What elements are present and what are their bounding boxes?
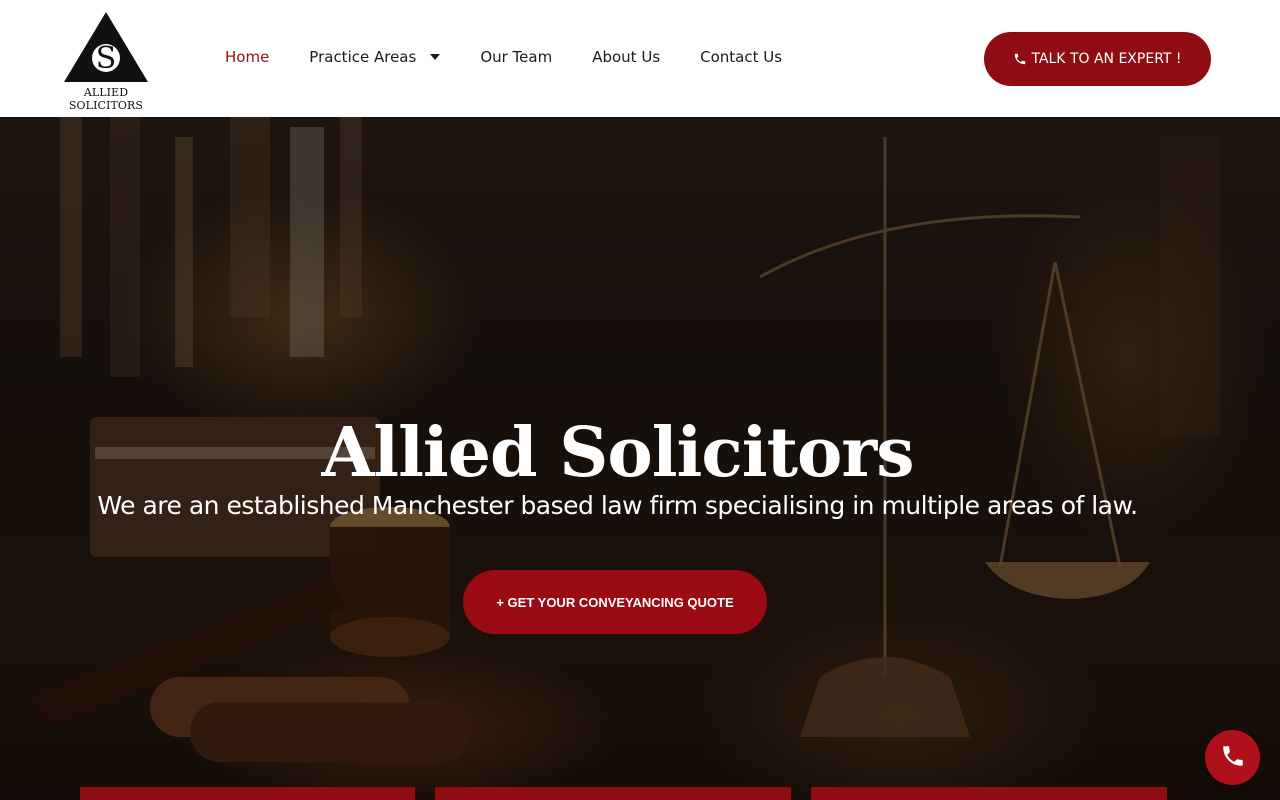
nav-label: Contact Us xyxy=(700,48,783,66)
nav-item-about-us[interactable]: About Us xyxy=(592,48,660,66)
phone-icon xyxy=(1013,52,1027,66)
talk-to-expert-button[interactable]: TALK TO AN EXPERT ! xyxy=(984,32,1211,86)
phone-icon xyxy=(1220,743,1246,773)
hero-subtitle: We are an established Manchester based l… xyxy=(97,491,1138,520)
service-card[interactable] xyxy=(80,787,415,800)
service-card[interactable] xyxy=(435,787,791,800)
service-card[interactable] xyxy=(811,787,1167,800)
logo-letter: S xyxy=(96,41,117,76)
nav-label: About Us xyxy=(592,48,661,66)
hero-title: Allied Solicitors xyxy=(321,413,915,493)
logo-triangle-icon: S xyxy=(64,12,148,82)
site-header: S ALLIED SOLICITORS Home Practice Areas … xyxy=(0,0,1280,117)
nav-label: Home xyxy=(225,48,270,66)
site-logo[interactable]: S ALLIED SOLICITORS xyxy=(48,10,164,112)
nav-item-practice-areas[interactable]: Practice Areas xyxy=(309,48,441,66)
nav-item-home[interactable]: Home xyxy=(225,48,269,66)
nav-label: Practice Areas xyxy=(309,48,417,66)
talk-to-expert-label: TALK TO AN EXPERT ! xyxy=(1031,51,1182,67)
main-nav: Home Practice Areas Our Team About Us Co… xyxy=(225,48,822,66)
logo-text: ALLIED SOLICITORS xyxy=(68,86,144,112)
hero-section: Allied Solicitors We are an established … xyxy=(0,117,1280,800)
conveyancing-quote-button[interactable]: + GET YOUR CONVEYANCING QUOTE xyxy=(463,570,767,634)
caret-down-icon xyxy=(430,54,441,60)
nav-item-contact-us[interactable]: Contact Us xyxy=(700,48,782,66)
nav-item-our-team[interactable]: Our Team xyxy=(480,48,552,66)
floating-call-button[interactable] xyxy=(1205,730,1260,785)
nav-label: Our Team xyxy=(480,48,553,66)
